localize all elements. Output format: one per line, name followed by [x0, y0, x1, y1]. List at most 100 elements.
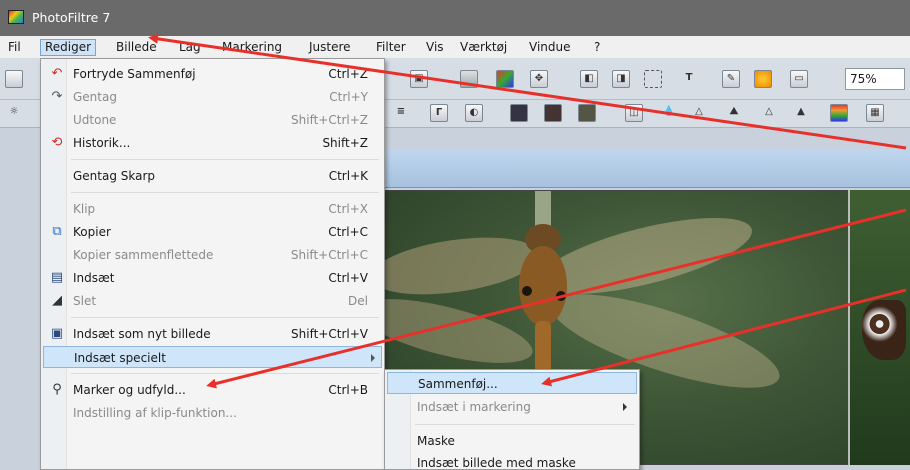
- menu-item-delete[interactable]: ◢ Slet Del: [43, 290, 382, 312]
- landscape-icon[interactable]: ⛰: [725, 104, 743, 122]
- submenu-arrow-icon: [371, 354, 375, 362]
- menu-item-label: Indsæt som nyt billede: [73, 327, 211, 341]
- menu-vis[interactable]: Vis: [422, 39, 448, 56]
- menu-item-label: Kopier: [73, 225, 111, 239]
- menu-item-repeat-sharpen[interactable]: Gentag Skarp Ctrl+K: [43, 165, 382, 187]
- menu-item-label: Indsæt: [73, 271, 115, 285]
- menu-item-shortcut: Shift+Ctrl+C: [290, 248, 368, 262]
- auto-contrast-icon[interactable]: ◐: [465, 104, 483, 122]
- menu-bar: Fil Rediger Billede Lag Markering Juster…: [0, 36, 910, 58]
- menu-item-select-and-fill[interactable]: ⚲ Marker og udfyld... Ctrl+B: [43, 379, 382, 401]
- menu-separator: [415, 424, 635, 425]
- layer-icon[interactable]: ✥: [530, 70, 548, 88]
- paste-icon: ▤: [50, 270, 64, 285]
- undo-icon: ↶: [51, 66, 63, 81]
- grayscale-icon[interactable]: [460, 70, 478, 88]
- rgb-icon[interactable]: [496, 70, 514, 88]
- menu-item-label: Indstilling af klip-funktion...: [73, 406, 237, 420]
- canvas-size-icon[interactable]: ◨: [612, 70, 630, 88]
- menu-item-shortcut: Ctrl+B: [328, 383, 368, 397]
- grid-icon-3[interactable]: [578, 104, 596, 122]
- menu-separator: [71, 192, 379, 193]
- flip-icon[interactable]: ◫: [625, 104, 643, 122]
- menu-item-shortcut: Del: [348, 294, 368, 308]
- menu-item-label: Udtone: [73, 113, 117, 127]
- menu-item-copy[interactable]: ⧉ Kopier Ctrl+C: [43, 221, 382, 243]
- menu-item-label: Kopier sammenflettede: [73, 248, 214, 262]
- menu-item-paste-in-selection[interactable]: Indsæt i markering: [387, 396, 637, 418]
- image-size-icon[interactable]: ◧: [580, 70, 598, 88]
- eraser-icon: ◢: [52, 293, 62, 308]
- menu-item-paste-as-new[interactable]: ▣ Indsæt som nyt billede Shift+Ctrl+V: [43, 323, 382, 345]
- menu-justere[interactable]: Justere: [305, 39, 355, 56]
- brightness-icon[interactable]: ☼: [5, 104, 23, 122]
- menu-billede[interactable]: Billede: [112, 39, 161, 56]
- triangle-fill-icon[interactable]: ▲: [792, 104, 810, 122]
- triangle-icon[interactable]: △: [760, 104, 778, 122]
- menu-help[interactable]: ?: [590, 39, 604, 56]
- menu-item-copy-merged[interactable]: Kopier sammenflettede Shift+Ctrl+C: [43, 244, 382, 266]
- grid-icon-1[interactable]: [510, 104, 528, 122]
- text-tool-icon[interactable]: T: [680, 70, 698, 88]
- open-file-icon[interactable]: ▣: [410, 70, 428, 88]
- menu-item-merge[interactable]: Sammenføj...: [387, 372, 637, 394]
- zoom-field[interactable]: 75%: [845, 68, 905, 90]
- selection-icon[interactable]: [644, 70, 662, 88]
- document-title-bar[interactable]: [380, 150, 910, 188]
- menu-separator: [71, 317, 379, 318]
- menu-item-label: Historik...: [73, 136, 131, 150]
- menu-markering[interactable]: Markering: [218, 39, 286, 56]
- screen-icon[interactable]: ▭: [790, 70, 808, 88]
- auto-level-icon[interactable]: Γ: [430, 104, 448, 122]
- menu-item-fade[interactable]: Udtone Shift+Ctrl+Z: [43, 109, 382, 131]
- submenu-arrow-icon: [623, 403, 627, 411]
- menu-item-shortcut: Ctrl+Z: [328, 67, 368, 81]
- frame-icon[interactable]: ▦: [866, 104, 884, 122]
- paste-new-icon: ▣: [50, 326, 64, 341]
- menu-item-cut[interactable]: Klip Ctrl+X: [43, 198, 382, 220]
- sharpen-icon[interactable]: △: [690, 104, 708, 122]
- menu-item-shortcut: Shift+Ctrl+Z: [291, 113, 368, 127]
- menu-item-label: Klip: [73, 202, 96, 216]
- menu-item-shortcut: Shift+Z: [322, 136, 368, 150]
- menu-rediger[interactable]: Rediger: [40, 39, 97, 56]
- paste-special-submenu: Sammenføj... Indsæt i markering Maske In…: [384, 369, 640, 470]
- drop-icon[interactable]: 💧: [660, 104, 678, 122]
- menu-separator: [71, 373, 379, 374]
- new-file-icon[interactable]: [5, 70, 23, 88]
- menu-lag[interactable]: Lag: [175, 39, 205, 56]
- color-icon[interactable]: [830, 104, 848, 122]
- grid-icon-2[interactable]: [544, 104, 562, 122]
- menu-item-label: Maske: [417, 434, 455, 448]
- window-title: PhotoFiltre 7: [32, 10, 111, 25]
- menu-item-label: Gentag: [73, 90, 117, 104]
- menu-separator: [71, 159, 379, 160]
- menu-fil[interactable]: Fil: [4, 39, 25, 56]
- menu-item-paste-with-mask[interactable]: Indsæt billede med maske: [387, 452, 637, 470]
- menu-item-mask[interactable]: Maske: [387, 430, 637, 452]
- redo-icon: ↷: [51, 89, 63, 104]
- menu-vaerktoej[interactable]: Værktøj: [456, 39, 511, 56]
- menu-item-label: Marker og udfyld...: [73, 383, 186, 397]
- menu-item-label: Indsæt billede med maske: [417, 456, 576, 470]
- menu-item-redo[interactable]: ↷ Gentag Ctrl+Y: [43, 86, 382, 108]
- menu-item-shortcut: Ctrl+Y: [329, 90, 368, 104]
- menu-item-paste[interactable]: ▤ Indsæt Ctrl+V: [43, 267, 382, 289]
- menu-item-shortcut: Ctrl+V: [328, 271, 368, 285]
- menu-item-shortcut: Shift+Ctrl+V: [291, 327, 368, 341]
- plugin-icon[interactable]: [754, 70, 772, 88]
- menu-item-clip-settings[interactable]: Indstilling af klip-funktion...: [43, 402, 382, 424]
- menu-filter[interactable]: Filter: [372, 39, 410, 56]
- automation-icon[interactable]: ✎: [722, 70, 740, 88]
- title-bar: PhotoFiltre 7: [0, 0, 910, 36]
- menu-item-history[interactable]: ⟲ Historik... Shift+Z: [43, 132, 382, 154]
- copy-icon: ⧉: [52, 224, 62, 239]
- menu-item-label: Indsæt specielt: [74, 351, 166, 365]
- menu-vindue[interactable]: Vindue: [525, 39, 575, 56]
- screenshot-root: PhotoFiltre 7 Fil Rediger Billede Lag Ma…: [0, 0, 910, 470]
- menu-item-label: Fortryde Sammenføj: [73, 67, 196, 81]
- menu-item-undo[interactable]: ↶ Fortryde Sammenføj Ctrl+Z: [43, 63, 382, 85]
- edit-menu: ↶ Fortryde Sammenføj Ctrl+Z ↷ Gentag Ctr…: [40, 58, 385, 470]
- align-icon[interactable]: ≡: [392, 104, 410, 122]
- menu-item-paste-special[interactable]: Indsæt specielt: [43, 346, 382, 368]
